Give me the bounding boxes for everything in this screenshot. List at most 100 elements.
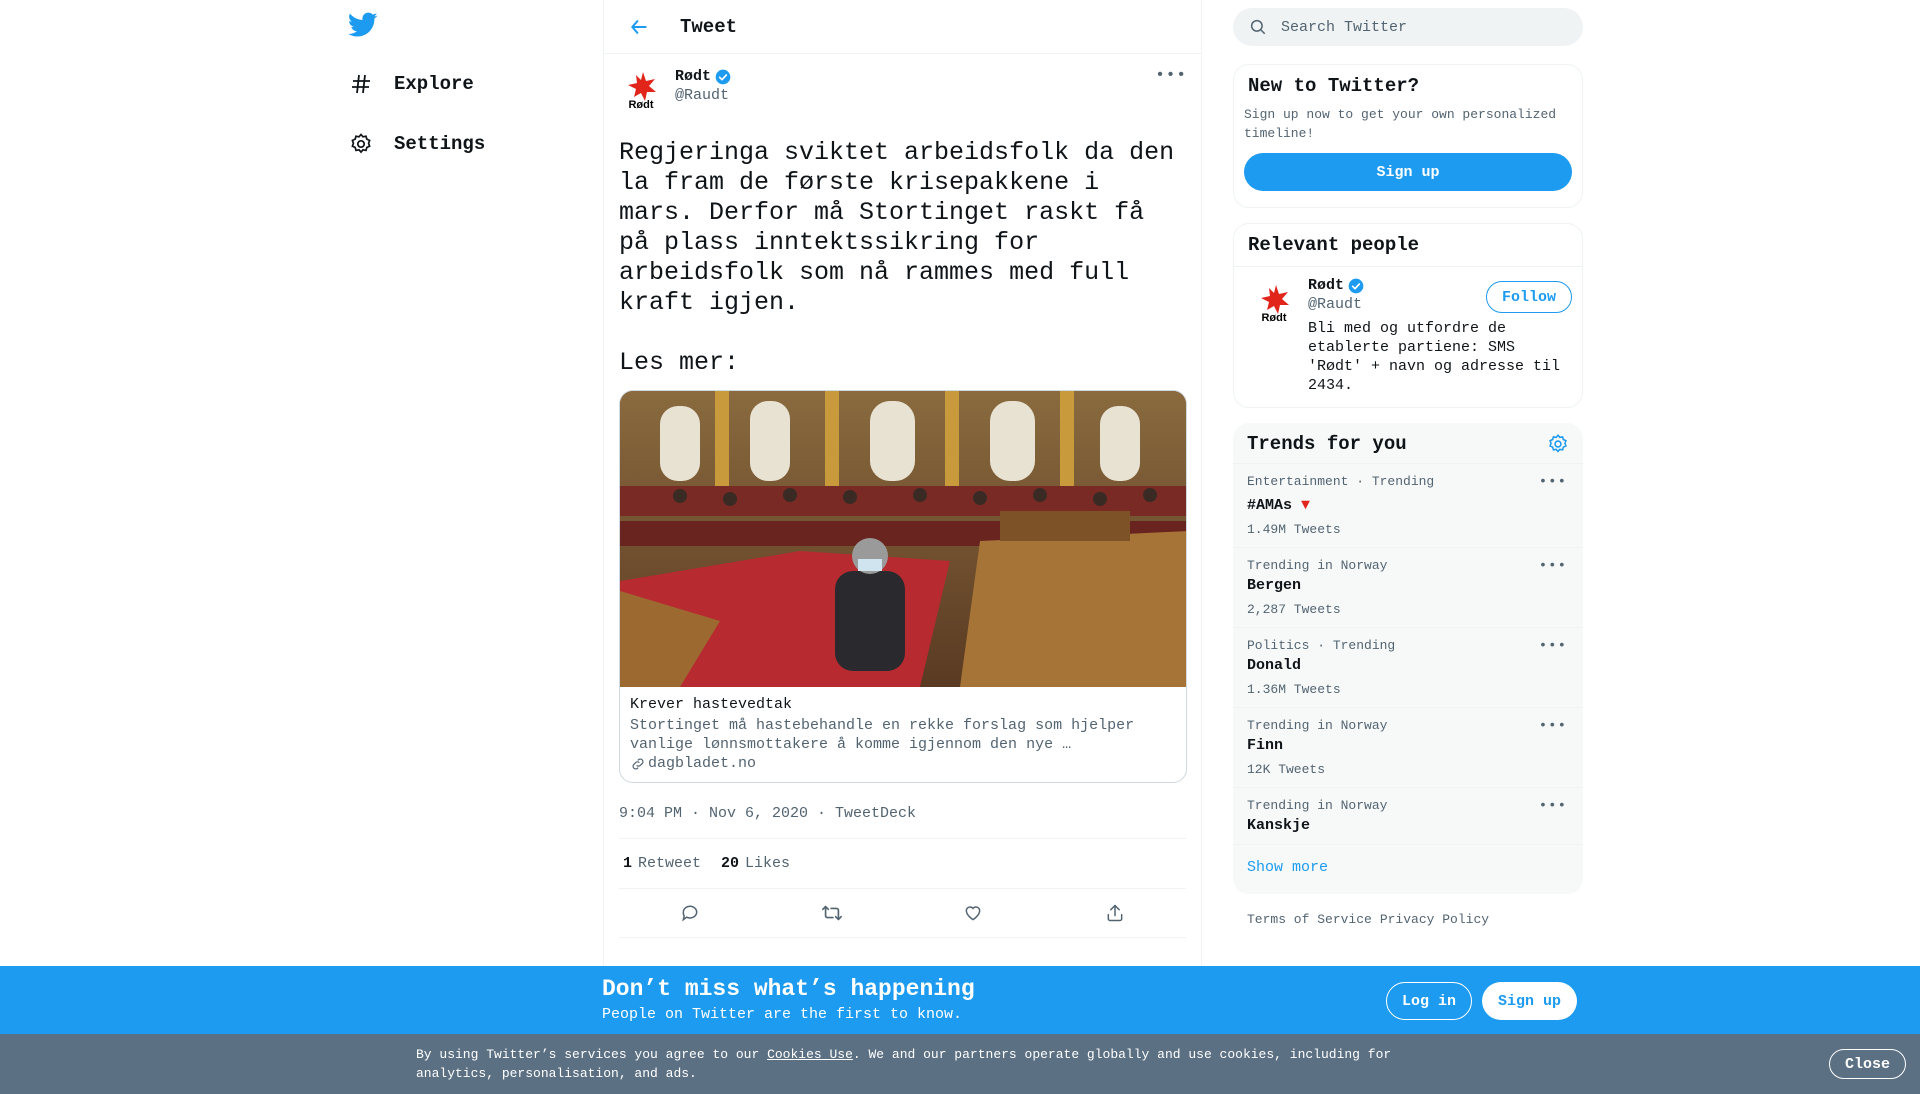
- tweet-author: Rødt Rødt @Raudt: [619, 66, 1186, 122]
- tweet-text: Regjeringa sviktet arbeidsfolk da den la…: [619, 138, 1175, 377]
- page-title: Tweet: [680, 15, 738, 38]
- trend-context: Entertainment · Trending: [1247, 474, 1435, 489]
- tweet: Rødt Rødt @Raudt ••• Regjeringa sviktet …: [604, 54, 1201, 938]
- cookie-text-before: By using Twitter’s services you agree to…: [416, 1047, 768, 1062]
- author-name-text: Rødt: [675, 68, 712, 85]
- trend-more-icon[interactable]: •••: [1539, 558, 1567, 574]
- trend-context: Trending in Norway: [1247, 558, 1388, 573]
- card-domain: dagbladet.no: [630, 755, 1176, 772]
- reply-button[interactable]: [673, 896, 707, 930]
- trend-context: Trending in Norway: [1247, 718, 1388, 733]
- trend-context: Politics · Trending: [1247, 638, 1396, 653]
- trend-name: Bergen: [1247, 577, 1302, 594]
- follow-button[interactable]: Follow: [1485, 281, 1572, 313]
- relevant-person[interactable]: Rødt Rødt @Raudt Bli med og utfordre de …: [1234, 267, 1582, 407]
- author-name[interactable]: Rødt: [675, 68, 731, 85]
- cookie-text: By using Twitter’s services you agree to…: [416, 1045, 1416, 1083]
- cookie-close-button[interactable]: Close: [1829, 1049, 1907, 1079]
- trend-more-icon[interactable]: •••: [1539, 718, 1567, 734]
- nav-settings[interactable]: Settings: [348, 124, 485, 164]
- trend-name: #AMAs ▼: [1247, 497, 1569, 514]
- nav-explore-label: Explore: [394, 73, 474, 95]
- back-button[interactable]: [622, 10, 656, 44]
- link-card[interactable]: Krever hastevedtak Stortinget må hastebe…: [619, 390, 1187, 783]
- relevant-person-bio: Bli med og utfordre de etablerte partien…: [1308, 320, 1561, 394]
- trend-context: Trending in Norway: [1247, 798, 1388, 813]
- new-to-twitter-title: New to Twitter?: [1248, 75, 1420, 97]
- search-input[interactable]: [1281, 18, 1551, 36]
- tweet-actions: [619, 889, 1186, 938]
- retweet-count: 1: [623, 855, 633, 872]
- verified-badge-icon: [1348, 278, 1364, 294]
- gear-icon[interactable]: [1547, 433, 1569, 455]
- svg-text:Rødt: Rødt: [628, 99, 653, 110]
- login-button[interactable]: Log in: [1386, 982, 1473, 1020]
- main-header: Tweet: [604, 0, 1201, 54]
- show-more-link[interactable]: Show more: [1233, 845, 1583, 894]
- banner-title: Don’t miss what’s happening: [602, 976, 975, 1002]
- more-options-icon[interactable]: •••: [1155, 67, 1187, 83]
- share-button[interactable]: [1098, 896, 1132, 930]
- likes-label[interactable]: Likes: [745, 855, 790, 872]
- card-image: [620, 391, 1186, 687]
- cookie-banner: By using Twitter’s services you agree to…: [0, 1034, 1920, 1094]
- search-bar[interactable]: [1233, 8, 1583, 46]
- share-icon: [1107, 904, 1123, 922]
- trends-title: Trends for you: [1247, 433, 1407, 455]
- reply-icon: [682, 905, 698, 922]
- trends-header: Trends for you: [1233, 423, 1583, 464]
- trend-item[interactable]: Trending in Norway Bergen 2,287 Tweets •…: [1233, 548, 1583, 628]
- gear-icon: [348, 131, 374, 157]
- hashtag-icon: [348, 71, 374, 97]
- like-button[interactable]: [956, 896, 990, 930]
- card-domain-text: dagbladet.no: [648, 755, 757, 772]
- trend-item[interactable]: Trending in Norway Kanskje •••: [1233, 788, 1583, 845]
- trend-count: 2,287 Tweets: [1247, 602, 1341, 617]
- trend-name-text: #AMAs: [1247, 497, 1293, 514]
- likes-count: 20: [721, 855, 740, 872]
- rodt-logo-icon: Rødt: [1261, 285, 1289, 323]
- cookies-use-link[interactable]: Cookies Use: [767, 1047, 853, 1062]
- trend-more-icon[interactable]: •••: [1539, 798, 1567, 814]
- retweet-label[interactable]: Retweet: [638, 855, 701, 872]
- relevant-people-title: Relevant people: [1234, 224, 1582, 267]
- trend-item[interactable]: Entertainment · Trending #AMAs ▼ 1.49M T…: [1233, 464, 1583, 548]
- arrow-left-icon: [631, 19, 647, 34]
- source-link[interactable]: TweetDeck: [835, 805, 916, 822]
- signup-button[interactable]: Sign up: [1482, 982, 1578, 1020]
- search-icon: [1250, 19, 1266, 35]
- trend-count: 1.36M Tweets: [1247, 682, 1341, 697]
- rodt-logo-icon: Rødt: [628, 72, 656, 110]
- relevant-people-panel: Relevant people Rødt Rødt @Raudt Bli med…: [1233, 223, 1583, 408]
- source-separator: ·: [808, 805, 836, 822]
- sidebar-signup-button[interactable]: Sign up: [1244, 153, 1572, 191]
- retweet-button[interactable]: [815, 896, 849, 930]
- svg-text:Rødt: Rødt: [1261, 312, 1286, 323]
- banner-subtitle: People on Twitter are the first to know.: [602, 1006, 963, 1023]
- nav-explore[interactable]: Explore: [348, 64, 474, 104]
- twitter-logo-icon[interactable]: [348, 12, 378, 42]
- trend-count: 12K Tweets: [1247, 762, 1326, 777]
- trend-name: Donald: [1247, 657, 1302, 674]
- heart-icon: [965, 906, 981, 921]
- trends-panel: Trends for you Entertainment · Trending …: [1233, 423, 1583, 894]
- author-handle[interactable]: @Raudt: [675, 87, 731, 104]
- right-sidebar: New to Twitter? Sign up now to get your …: [1233, 0, 1583, 927]
- retweet-icon: [821, 905, 842, 921]
- signup-banner: Don’t miss what’s happening People on Tw…: [0, 966, 1920, 1034]
- privacy-link[interactable]: Privacy Policy: [1380, 912, 1489, 927]
- relevant-person-name-text: Rødt: [1308, 277, 1345, 294]
- card-body: Krever hastevedtak Stortinget må hastebe…: [620, 687, 1186, 782]
- terms-link[interactable]: Terms of Service: [1247, 912, 1372, 927]
- trend-item[interactable]: Politics · Trending Donald 1.36M Tweets …: [1233, 628, 1583, 708]
- trend-item[interactable]: Trending in Norway Finn 12K Tweets •••: [1233, 708, 1583, 788]
- trend-more-icon[interactable]: •••: [1539, 474, 1567, 490]
- trend-more-icon[interactable]: •••: [1539, 638, 1567, 654]
- verified-badge-icon: [715, 69, 731, 85]
- trend-count: 1.49M Tweets: [1247, 522, 1341, 537]
- avatar[interactable]: Rødt: [619, 68, 663, 112]
- footer-links: Terms of Service Privacy Policy: [1233, 894, 1583, 927]
- timestamp-link[interactable]: 9:04 PM · Nov 6, 2020: [619, 805, 808, 822]
- relevant-person-avatar[interactable]: Rødt: [1252, 281, 1296, 325]
- tweet-timestamp: 9:04 PM · Nov 6, 2020 · TweetDeck: [619, 805, 1186, 839]
